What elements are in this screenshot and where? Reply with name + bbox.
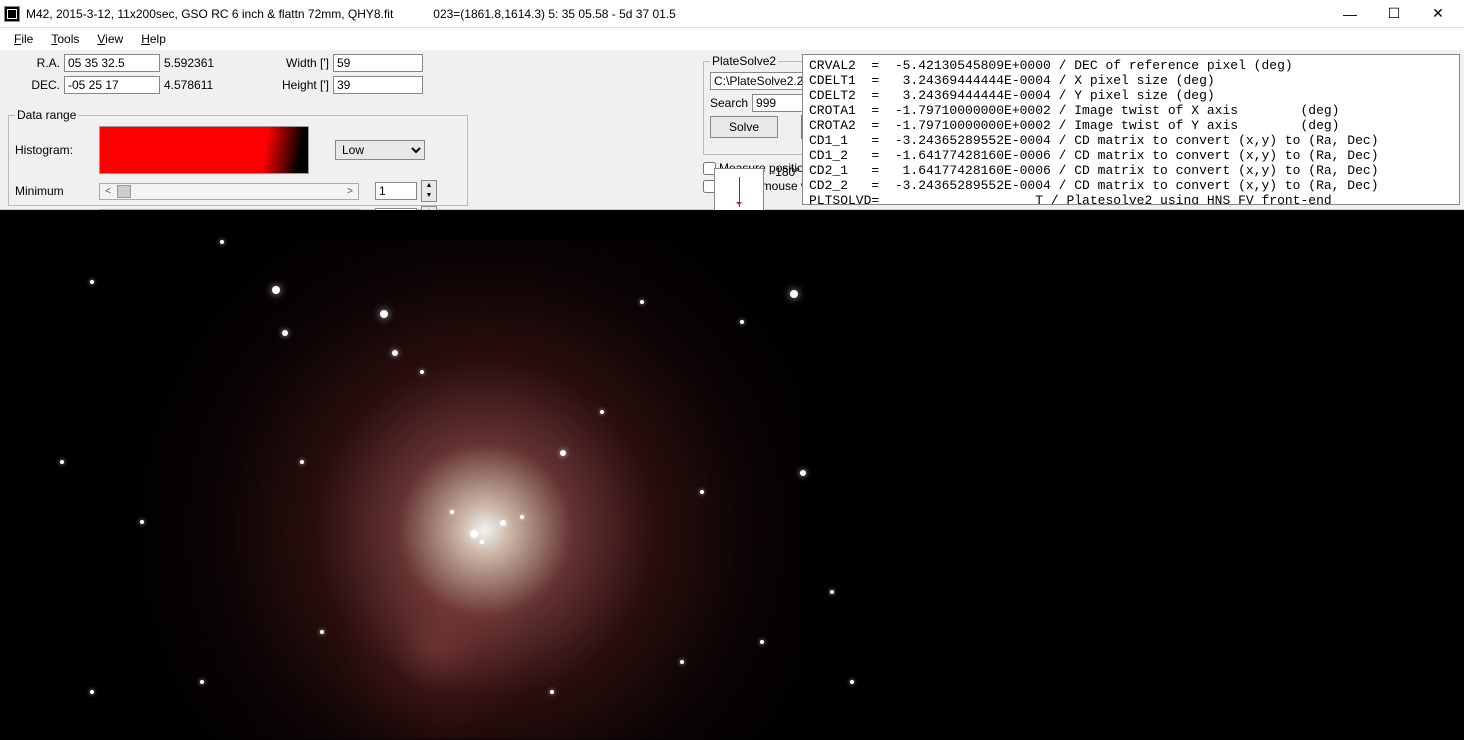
dec-label: DEC. [8,78,60,92]
window-title: M42, 2015-3-12, 11x200sec, GSO RC 6 inch… [26,7,393,21]
star [830,590,834,594]
star [90,690,94,694]
image-viewport[interactable] [0,210,1464,740]
star [640,300,644,304]
ra-input[interactable] [64,54,160,72]
menu-tools[interactable]: Tools [43,30,87,48]
angle-value: -180° [771,165,800,179]
control-panel: R.A. 5.592361 DEC. 4.578611 Width ['] He… [0,50,1464,210]
height-label: Height ['] [273,78,329,92]
minimum-spinner[interactable]: ▲▼ [421,180,437,202]
fits-header-pane[interactable]: CRVAL2 = -5.42130545809E+0000 / DEC of r… [802,54,1460,205]
ra-deg: 5.592361 [164,56,214,70]
star [220,240,224,244]
menubar: File Tools View Help [0,28,1464,50]
data-range-group: Data range Histogram: Low Minimum <> ▲▼ … [8,108,468,206]
close-button[interactable]: ✕ [1416,0,1460,28]
star [680,660,684,664]
star [600,410,604,414]
platesolve-legend: PlateSolve2 [710,54,778,68]
histogram [99,126,309,174]
app-icon [4,6,20,22]
minimum-label: Minimum [15,184,95,198]
dec-deg: 4.578611 [164,78,213,92]
star [60,460,64,464]
star [90,280,94,284]
maximize-button[interactable]: ☐ [1372,0,1416,28]
star [200,680,204,684]
star [420,370,424,374]
width-input[interactable] [333,54,423,72]
star [520,515,524,519]
star [700,490,704,494]
minimize-button[interactable]: — [1328,0,1372,28]
star [790,290,798,298]
star [550,690,554,694]
star [760,640,764,644]
star [272,286,280,294]
titlebar: M42, 2015-3-12, 11x200sec, GSO RC 6 inch… [0,0,1464,28]
dec-input[interactable] [64,76,160,94]
star [470,530,478,538]
star [450,510,454,514]
star [320,630,324,634]
star [140,520,144,524]
search-label: Search [710,96,748,110]
star [392,350,398,356]
star [850,680,854,684]
stretch-select[interactable]: Low [335,140,425,160]
minimum-input[interactable] [375,182,417,200]
nebula-render [100,240,800,740]
menu-help[interactable]: Help [133,30,174,48]
height-input[interactable] [333,76,423,94]
solve-button[interactable]: Solve [710,116,778,138]
status-coords: 023=(1861.8,1614.3) 5: 35 05.58 - 5d 37 … [433,7,1328,21]
minimum-slider[interactable]: <> [99,183,359,200]
star [300,460,304,464]
star [560,450,566,456]
star [282,330,288,336]
star [800,470,806,476]
data-range-legend: Data range [15,108,78,122]
star [500,520,506,526]
menu-file[interactable]: File [6,30,41,48]
width-label: Width ['] [273,56,329,70]
menu-view[interactable]: View [89,30,131,48]
star [480,540,484,544]
ra-label: R.A. [8,56,60,70]
histogram-label: Histogram: [15,143,95,157]
star [740,320,744,324]
star [380,310,388,318]
